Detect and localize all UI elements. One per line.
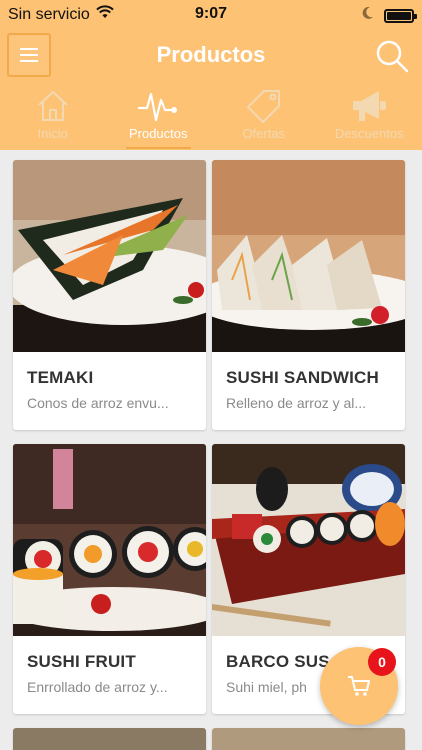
app-bar: Productos xyxy=(0,28,422,88)
page-title: Productos xyxy=(156,42,266,67)
product-description: Enrrollado de arroz y... xyxy=(27,679,168,695)
product-card-sushi-fruit[interactable]: SUSHI FRUIT Enrrollado de arroz y... xyxy=(13,444,206,714)
product-image xyxy=(212,728,405,750)
home-icon xyxy=(38,90,68,121)
product-card-sushi-sandwich[interactable]: SUSHI SANDWICH Relleno de arroz y al... xyxy=(212,160,405,430)
tab-label: Ofertas xyxy=(242,126,286,141)
megaphone-icon xyxy=(353,91,387,121)
product-card-partial[interactable] xyxy=(13,728,206,750)
product-image xyxy=(13,160,206,352)
tab-bar: Inicio Productos Ofertas Descuentos xyxy=(0,88,422,150)
search-button[interactable] xyxy=(372,36,412,76)
product-name: TEMAKI xyxy=(27,368,94,387)
product-image xyxy=(212,444,405,636)
tab-ofertas[interactable]: Ofertas xyxy=(211,88,317,150)
product-description: Relleno de arroz y al... xyxy=(226,395,367,411)
pulse-icon xyxy=(138,92,178,122)
cart-count-badge: 0 xyxy=(368,648,396,676)
tag-icon xyxy=(246,90,280,123)
search-icon xyxy=(376,40,409,73)
moon-icon xyxy=(362,6,374,25)
tab-label: Inicio xyxy=(37,126,68,141)
tab-productos[interactable]: Productos xyxy=(106,88,212,150)
product-card-partial[interactable] xyxy=(212,728,405,750)
cart-icon xyxy=(348,676,370,696)
tab-inicio[interactable]: Inicio xyxy=(0,88,106,150)
battery-icon xyxy=(384,8,417,23)
status-bar: Sin servicio 9:07 xyxy=(0,0,422,28)
tab-descuentos[interactable]: Descuentos xyxy=(317,88,422,150)
tab-label: Descuentos xyxy=(334,126,404,141)
product-image xyxy=(13,728,206,750)
clock: 9:07 xyxy=(194,5,228,22)
product-name: SUSHI FRUIT xyxy=(27,652,136,671)
product-image xyxy=(212,160,405,352)
product-description: Conos de arroz envu... xyxy=(27,395,169,411)
product-card-temaki[interactable]: TEMAKI Conos de arroz envu... xyxy=(13,160,206,430)
product-name: SUSHI SANDWICH xyxy=(226,368,379,387)
tab-label: Productos xyxy=(128,126,188,141)
product-image xyxy=(13,444,206,636)
product-name: BARCO SUS xyxy=(226,652,330,671)
